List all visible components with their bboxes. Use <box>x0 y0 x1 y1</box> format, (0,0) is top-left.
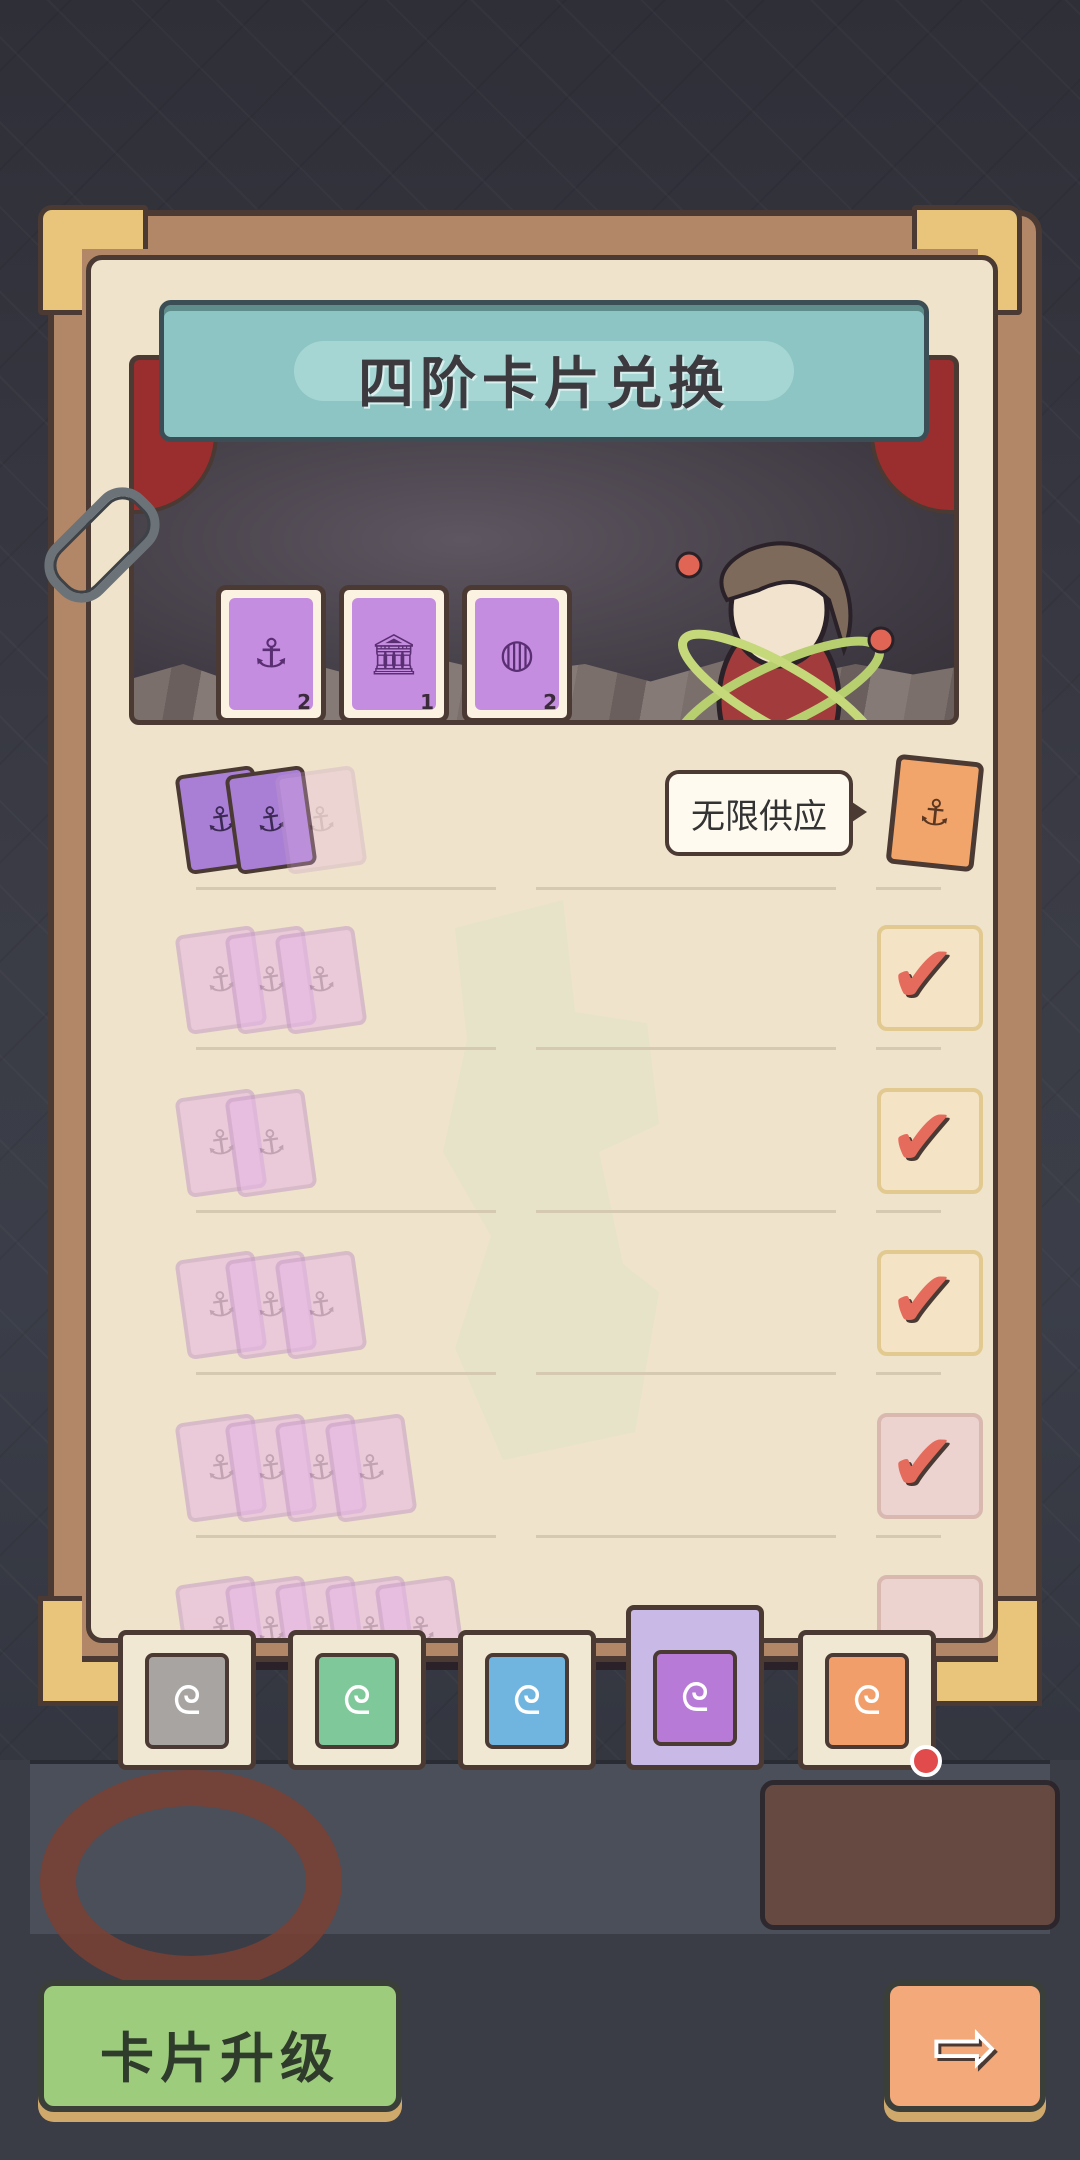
tab-tier-2[interactable]: ᘓ <box>288 1630 426 1770</box>
check-icon: ✔ <box>889 1416 957 1509</box>
swirl-card-icon: ᘓ <box>653 1650 737 1746</box>
check-icon: ✔ <box>889 1091 957 1184</box>
claimed-reward-button[interactable]: ✔ <box>877 1088 983 1194</box>
title-banner: 四阶卡片兑换 <box>159 300 929 442</box>
anchor-card-icon: ⚓ <box>324 1412 418 1524</box>
exchange-row: ⚓ ⚓ ⚓ ✔ <box>151 900 983 1050</box>
arrow-right-icon: ⇨ <box>931 2000 999 2093</box>
anchor-card-icon: ⚓ <box>274 1249 368 1361</box>
exchange-row: ⚓ ⚓ ⚓ ✔ <box>151 1225 983 1375</box>
supply-bubble: 无限供应 <box>665 770 867 856</box>
swirl-card-icon: ᘓ <box>315 1653 399 1749</box>
chest-decoration <box>760 1780 1060 1930</box>
notification-dot <box>910 1745 942 1777</box>
swirl-card-icon: ᘓ <box>825 1653 909 1749</box>
required-count: 2 <box>543 690 557 714</box>
claimed-reward-button[interactable]: ✔ <box>877 1250 983 1356</box>
required-count: 1 <box>420 690 434 714</box>
anchor-card-icon: ⚓ <box>224 1087 318 1199</box>
page-title: 四阶卡片兑换 <box>358 352 730 417</box>
exchange-row: ⚓ ⚓ ⚓ ⚓ ✔ <box>151 1388 983 1538</box>
exchange-panel: ⚓ 2 🏛 1 ◍ 2 四阶卡片兑换 ⚓ ⚓ ⚓ 无限供应 ⚓ ⚓ ⚓ ⚓ ✔ … <box>86 255 998 1643</box>
check-icon: ✔ <box>889 1253 957 1346</box>
claimed-reward-button[interactable]: ✔ <box>877 925 983 1031</box>
required-card-globe: ◍ 2 <box>462 585 572 720</box>
lifebuoy-decoration <box>40 1770 342 1992</box>
required-card-anchor: ⚓ 2 <box>216 585 326 720</box>
reward-card-button[interactable]: ⚓ <box>885 753 985 873</box>
anchor-card-icon: ⚓ <box>274 924 368 1036</box>
swirl-card-icon: ᘓ <box>145 1653 229 1749</box>
next-button[interactable]: ⇨ <box>884 1980 1046 2112</box>
tab-tier-1[interactable]: ᘓ <box>118 1630 256 1770</box>
tab-tier-3[interactable]: ᘓ <box>458 1630 596 1770</box>
required-count: 2 <box>297 690 311 714</box>
swirl-card-icon: ᘓ <box>485 1653 569 1749</box>
check-icon: ✔ <box>889 928 957 1021</box>
required-card-capitol: 🏛 1 <box>339 585 449 720</box>
claimed-reward-button[interactable]: ✔ <box>877 1413 983 1519</box>
tab-tier-4[interactable]: ᘓ <box>626 1605 764 1770</box>
anchor-card-icon: ⚓ <box>274 764 368 876</box>
exchange-row: ⚓ ⚓ ⚓ 无限供应 ⚓ <box>151 740 985 890</box>
card-upgrade-button[interactable]: 卡片升级 <box>38 1980 402 2112</box>
scientist-character-icon <box>674 541 895 720</box>
card-upgrade-label: 卡片升级 <box>100 2027 340 2090</box>
exchange-row: ⚓ ⚓ ✔ <box>151 1063 983 1213</box>
